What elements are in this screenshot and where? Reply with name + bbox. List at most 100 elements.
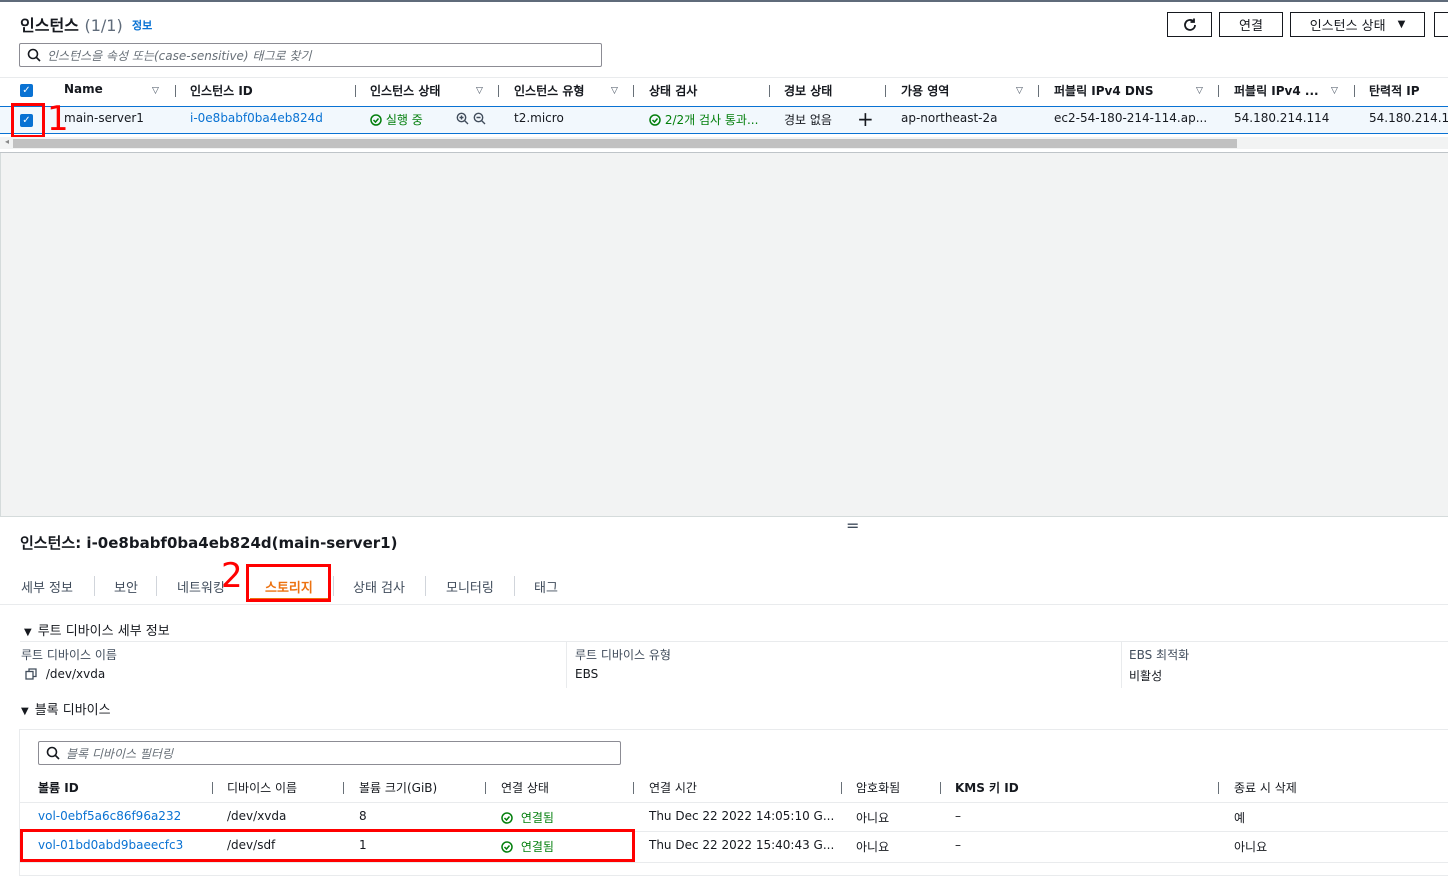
cell-encrypted: 아니요: [856, 811, 890, 825]
instance-search-placeholder: 인스턴스을 속성 또는(case-sensitive) 태그로 찾기: [47, 48, 312, 63]
zoom-out-icon[interactable]: [473, 112, 486, 125]
col-attach-time[interactable]: 연결 시간: [649, 779, 697, 796]
tab-networking[interactable]: 네트워킹: [177, 577, 225, 596]
col-delete-on-termination[interactable]: 종료 시 삭제: [1234, 779, 1297, 796]
col-separator[interactable]: [769, 85, 770, 97]
sort-icon[interactable]: ▽: [611, 86, 618, 96]
sort-icon[interactable]: ▽: [1331, 86, 1338, 96]
col-separator[interactable]: [485, 782, 486, 794]
cell-public-dns: ec2-54-180-214-114.ap...: [1054, 111, 1208, 125]
cell-delete-on-termination: 아니요: [1234, 840, 1268, 854]
col-separator[interactable]: [343, 782, 344, 794]
col-separator[interactable]: [633, 85, 634, 97]
cell-kms-key: –: [955, 809, 961, 823]
col-separator[interactable]: [940, 782, 941, 794]
cell-public-ipv4: 54.180.214.114: [1234, 111, 1330, 125]
col-separator[interactable]: [212, 782, 213, 794]
annotation-box-1: [11, 103, 45, 138]
root-device-type-value: EBS: [575, 667, 599, 681]
tab-separator: [94, 576, 95, 596]
col-separator[interactable]: [633, 782, 634, 794]
cell-elastic-ip: 54.180.214.11: [1369, 111, 1448, 125]
instance-search-input[interactable]: 인스턴스을 속성 또는(case-sensitive) 태그로 찾기: [19, 43, 602, 67]
instances-title-text: 인스턴스: [20, 16, 79, 35]
col-separator[interactable]: [885, 85, 886, 97]
cell-instance-state: 실행 중: [370, 111, 423, 128]
table-top-divider: [0, 77, 1448, 78]
col-elastic-ip[interactable]: 탄력적 IP: [1369, 82, 1420, 99]
tab-status-checks[interactable]: 상태 검사: [353, 577, 405, 596]
root-device-name-text: /dev/xvda: [45, 667, 106, 681]
tab-tags[interactable]: 태그: [534, 577, 558, 596]
instance-state-button[interactable]: 인스턴스 상태 ▼: [1290, 12, 1425, 37]
col-instance-id[interactable]: 인스턴스 ID: [190, 82, 253, 99]
h-scrollbar-thumb[interactable]: [13, 139, 1237, 148]
cell-attach-time: Thu Dec 22 2022 14:05:10 G...: [649, 809, 835, 823]
resize-handle-icon[interactable]: =: [846, 516, 859, 535]
col-volume-size[interactable]: 볼륨 크기(GiB): [359, 779, 437, 796]
add-alarm-icon[interactable]: +: [857, 107, 874, 131]
check-circle-icon: [501, 812, 513, 824]
block-search-input[interactable]: 블록 디바이스 필터링: [38, 741, 621, 765]
row-divider: [20, 862, 1448, 863]
sort-icon[interactable]: ▽: [152, 86, 159, 96]
col-az[interactable]: 가용 영역: [901, 82, 949, 99]
ebs-optimized-label: EBS 최적화: [1129, 648, 1190, 662]
tab-monitoring[interactable]: 모니터링: [446, 577, 494, 596]
col-public-dns[interactable]: 퍼블릭 IPv4 DNS: [1054, 82, 1154, 99]
col-encrypted[interactable]: 암호화됨: [856, 779, 900, 796]
refresh-button[interactable]: [1167, 12, 1212, 37]
more-button[interactable]: [1434, 12, 1448, 37]
col-separator[interactable]: [1354, 85, 1355, 97]
col-device-name[interactable]: 디바이스 이름: [227, 779, 297, 796]
cell-status-check: 2/2개 검사 통과...: [649, 111, 758, 128]
root-section-header[interactable]: ▼ 루트 디바이스 세부 정보: [24, 620, 170, 639]
col-instance-state[interactable]: 인스턴스 상태: [370, 82, 440, 99]
root-device-type-label: 루트 디바이스 유형: [575, 648, 671, 662]
sort-icon[interactable]: ▽: [1196, 86, 1203, 96]
sort-icon[interactable]: ▽: [476, 86, 483, 96]
cell-volume-size: 8: [359, 809, 367, 823]
section-divider: [20, 641, 1448, 642]
caret-down-icon: ▼: [24, 627, 32, 638]
cell-instance-id[interactable]: i-0e8babf0ba4eb824d: [190, 111, 323, 125]
cell-volume-id[interactable]: vol-0ebf5a6c86f96a232: [38, 809, 181, 823]
instances-count: (1/1): [84, 16, 123, 35]
col-separator[interactable]: [841, 782, 842, 794]
tab-details[interactable]: 세부 정보: [21, 577, 73, 596]
col-separator[interactable]: [498, 85, 499, 97]
col-name[interactable]: Name: [64, 82, 103, 96]
copy-icon[interactable]: [25, 668, 37, 680]
cell-device-name: /dev/xvda: [227, 809, 287, 823]
col-separator[interactable]: [1038, 85, 1039, 97]
col-separator[interactable]: [1218, 782, 1219, 794]
block-search-placeholder: 블록 디바이스 필터링: [66, 746, 173, 761]
info-link[interactable]: 정보: [132, 17, 152, 33]
empty-area: [0, 153, 1448, 516]
col-separator[interactable]: [355, 85, 356, 97]
check-circle-icon: [649, 114, 661, 126]
cell-instance-type: t2.micro: [514, 111, 564, 125]
col-separator[interactable]: [175, 85, 176, 97]
col-alarm-status[interactable]: 경보 상태: [784, 82, 832, 99]
col-public-ipv4[interactable]: 퍼블릭 IPv4 ...: [1234, 82, 1319, 99]
block-section-header[interactable]: ▼ 블록 디바이스: [21, 699, 111, 718]
search-icon: [46, 746, 60, 760]
col-kms-key[interactable]: KMS 키 ID: [955, 779, 1019, 796]
tabs-divider: [0, 604, 1448, 605]
col-separator[interactable]: [1218, 85, 1219, 97]
connect-button[interactable]: 연결: [1219, 12, 1283, 37]
tab-security[interactable]: 보안: [114, 577, 138, 596]
sort-icon[interactable]: ▽: [1016, 86, 1023, 96]
scroll-left-icon[interactable]: ◂: [5, 137, 9, 146]
col-instance-type[interactable]: 인스턴스 유형: [514, 82, 584, 99]
cell-attach-state: 연결됨: [501, 809, 554, 826]
col-volume-id[interactable]: 볼륨 ID: [38, 779, 79, 796]
column-divider: [566, 642, 567, 688]
tab-separator: [514, 576, 515, 596]
col-attach-state[interactable]: 연결 상태: [501, 779, 549, 796]
select-all-checkbox[interactable]: ✓: [20, 84, 33, 97]
zoom-in-icon[interactable]: [456, 112, 469, 125]
col-status-check[interactable]: 상태 검사: [649, 82, 697, 99]
top-border: [0, 0, 1448, 2]
